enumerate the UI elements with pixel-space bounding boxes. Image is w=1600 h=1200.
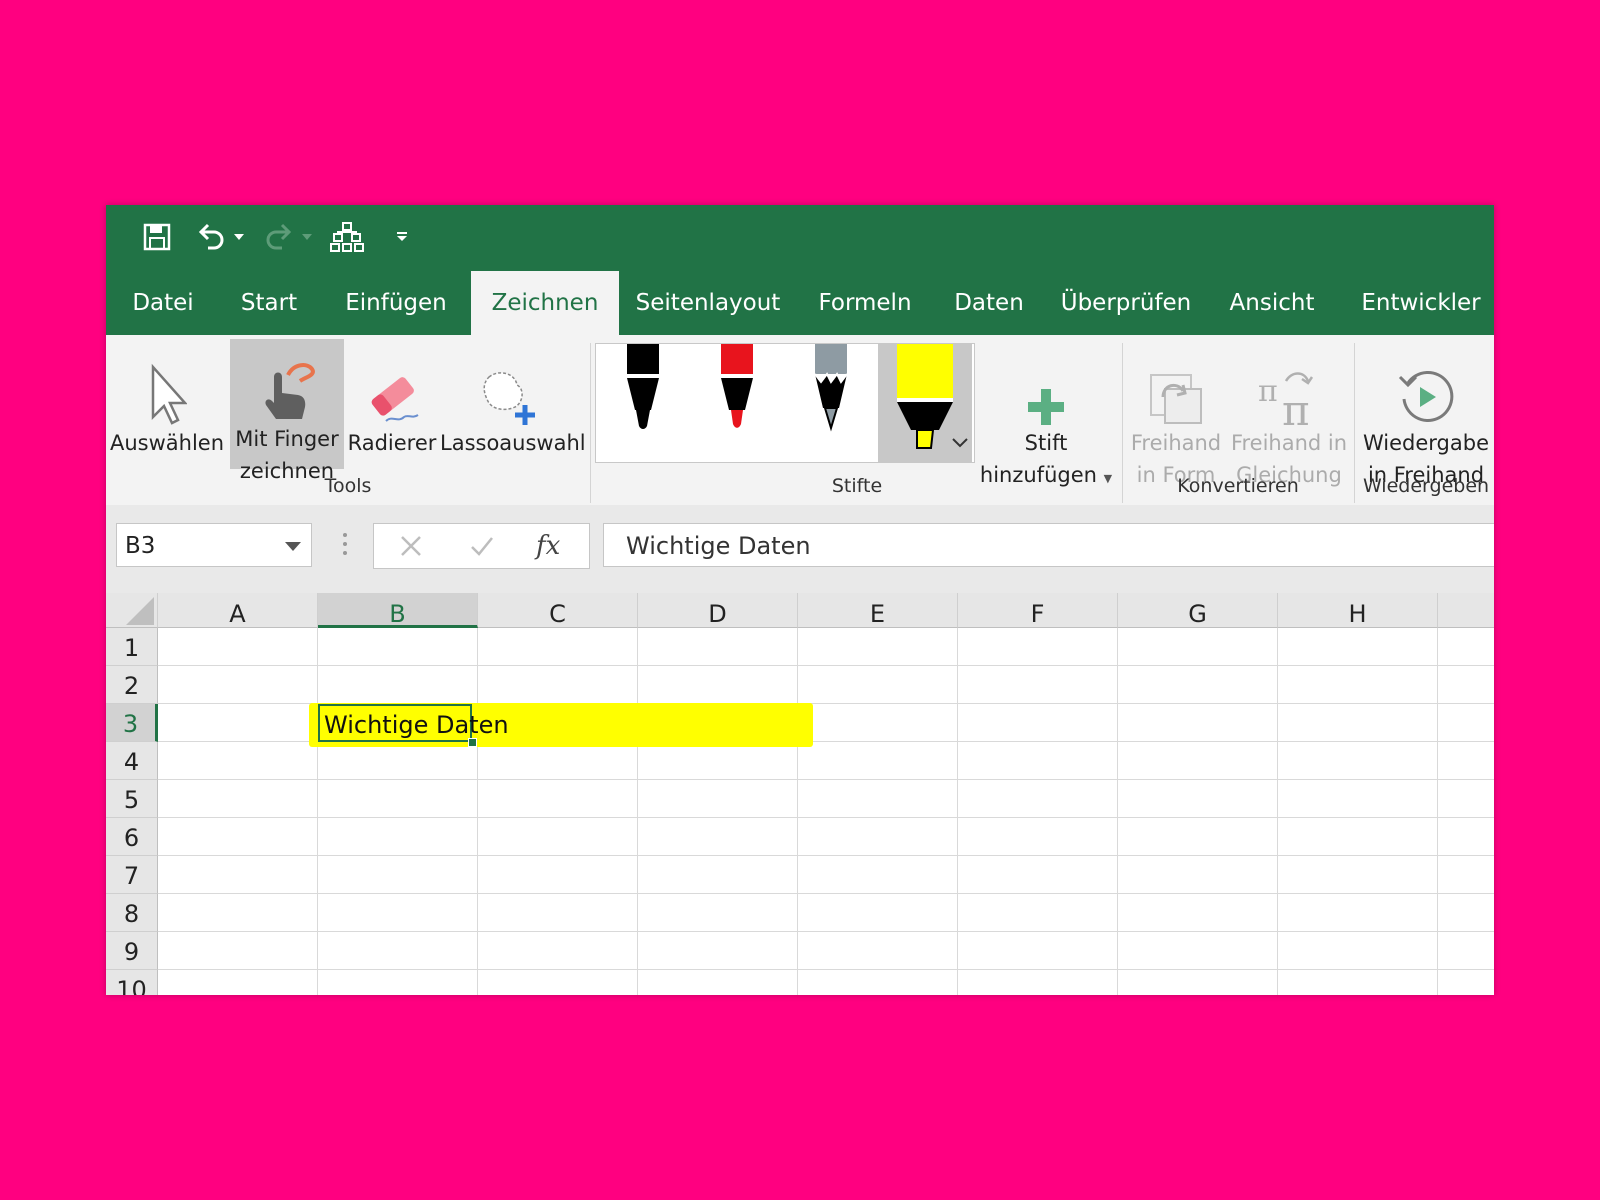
quick-access-toolbar	[106, 205, 1494, 271]
row-header-1[interactable]: 1	[106, 628, 158, 666]
row-header-3[interactable]: 3	[106, 704, 158, 742]
row-header-4[interactable]: 4	[106, 742, 158, 780]
add-pen-button[interactable]: Stift hinzufügen ▼	[974, 343, 1118, 487]
lasso-icon	[440, 343, 582, 427]
formula-bar-splitter-icon[interactable]	[342, 531, 348, 561]
gridline	[158, 893, 1494, 894]
column-header-i[interactable]	[1438, 593, 1494, 628]
gridline	[1277, 628, 1278, 995]
formula-buttons: fx	[373, 523, 590, 569]
column-header-d[interactable]: D	[638, 593, 798, 628]
replay-group-label: Wiedergeben	[1362, 475, 1490, 497]
eraser-icon	[344, 343, 440, 427]
column-header-h[interactable]: H	[1278, 593, 1438, 628]
tools-group-label: Tools	[324, 475, 372, 497]
pencil[interactable]	[784, 344, 878, 462]
replay-icon	[1356, 343, 1494, 427]
ink-to-shape-icon	[1124, 343, 1228, 427]
ink-to-math-button[interactable]: ππ Freihand in Gleichung	[1230, 343, 1348, 487]
gridline	[158, 779, 1494, 780]
redo-dropdown-icon[interactable]	[298, 217, 316, 257]
tab-ueberpruefen[interactable]: Überprüfen	[1058, 271, 1194, 335]
tab-datei[interactable]: Datei	[122, 271, 204, 335]
group-separator	[590, 343, 591, 503]
gridline	[957, 628, 958, 995]
ink-to-math-icon: ππ	[1230, 343, 1348, 427]
black-pen[interactable]	[596, 344, 690, 462]
tab-zeichnen[interactable]: Zeichnen	[471, 271, 619, 335]
tab-daten[interactable]: Daten	[946, 271, 1032, 335]
gridline	[158, 817, 1494, 818]
tab-formeln[interactable]: Formeln	[812, 271, 918, 335]
row-header-10[interactable]: 10	[106, 970, 158, 995]
insert-function-icon[interactable]: fx	[536, 524, 560, 568]
finger-draw-icon	[230, 339, 344, 423]
gridline	[1117, 628, 1118, 995]
org-chart-icon[interactable]	[328, 217, 366, 257]
gridline	[158, 931, 1494, 932]
save-icon[interactable]	[140, 217, 174, 257]
formula-input[interactable]: Wichtige Daten	[603, 523, 1494, 567]
customize-qat-icon[interactable]	[390, 217, 414, 257]
pens-gallery-more-icon[interactable]	[952, 433, 968, 452]
select-button[interactable]: Auswählen	[110, 343, 224, 469]
select-all-corner[interactable]	[106, 593, 158, 628]
row-header-7[interactable]: 7	[106, 856, 158, 894]
cancel-entry-icon[interactable]	[400, 535, 422, 561]
spreadsheet-grid: A B C D E F G H 1 2 3 4 5 6 7 8 9 10 Wic…	[106, 593, 1494, 995]
row-header-9[interactable]: 9	[106, 932, 158, 970]
gridline	[158, 969, 1494, 970]
ribbon-tab-bar: Datei Start Einfügen Zeichnen Seitenlayo…	[106, 271, 1494, 335]
finger-draw-button[interactable]: Mit Finger zeichnen	[230, 339, 344, 483]
excel-window: Datei Start Einfügen Zeichnen Seitenlayo…	[106, 205, 1494, 995]
cell-b3-text: Wichtige Daten	[324, 711, 509, 739]
tab-seitenlayout[interactable]: Seitenlayout	[634, 271, 782, 335]
gridline	[158, 855, 1494, 856]
svg-text:π: π	[1258, 374, 1278, 409]
name-box[interactable]: B3	[116, 523, 312, 567]
confirm-entry-icon[interactable]	[470, 535, 494, 561]
row-header-8[interactable]: 8	[106, 894, 158, 932]
red-pen[interactable]	[690, 344, 784, 462]
tab-einfuegen[interactable]: Einfügen	[336, 271, 456, 335]
eraser-button[interactable]: Radierer	[344, 343, 440, 469]
plus-icon	[974, 343, 1118, 427]
pens-group-label: Stifte	[831, 475, 883, 497]
gridline	[158, 665, 1494, 666]
column-header-b[interactable]: B	[318, 593, 478, 628]
fill-handle[interactable]	[468, 738, 477, 747]
pointer-icon	[110, 343, 224, 427]
svg-text:π: π	[1282, 386, 1310, 427]
column-header-a[interactable]: A	[158, 593, 318, 628]
name-box-dropdown-icon[interactable]	[285, 542, 301, 551]
row-header-2[interactable]: 2	[106, 666, 158, 704]
lasso-select-button[interactable]: Lassoauswahl	[440, 343, 586, 469]
tab-start[interactable]: Start	[232, 271, 306, 335]
redo-icon[interactable]	[262, 217, 296, 257]
undo-dropdown-icon[interactable]	[230, 217, 248, 257]
gridline	[317, 628, 318, 995]
column-header-g[interactable]: G	[1118, 593, 1278, 628]
formula-bar: B3 fx Wichtige Daten	[106, 505, 1494, 593]
tab-ansicht[interactable]: Ansicht	[1224, 271, 1320, 335]
column-header-e[interactable]: E	[798, 593, 958, 628]
column-header-f[interactable]: F	[958, 593, 1118, 628]
pens-gallery[interactable]	[595, 343, 975, 463]
gridline	[477, 628, 478, 995]
row-header-5[interactable]: 5	[106, 780, 158, 818]
column-header-c[interactable]: C	[478, 593, 638, 628]
row-header-6[interactable]: 6	[106, 818, 158, 856]
tab-entwickler[interactable]: Entwickler	[1348, 271, 1494, 335]
gridline	[637, 628, 638, 995]
ink-replay-button[interactable]: Wiedergabe in Freihand	[1356, 343, 1494, 487]
ink-to-shape-button[interactable]: Freihand in Form	[1124, 343, 1228, 487]
gridline	[1437, 628, 1438, 995]
group-separator	[1354, 343, 1355, 503]
gridline	[797, 628, 798, 995]
convert-group-label: Konvertieren	[1177, 475, 1299, 497]
undo-icon[interactable]	[194, 217, 228, 257]
ribbon: Auswählen Mit Finger zeichnen Radierer L…	[106, 335, 1494, 506]
